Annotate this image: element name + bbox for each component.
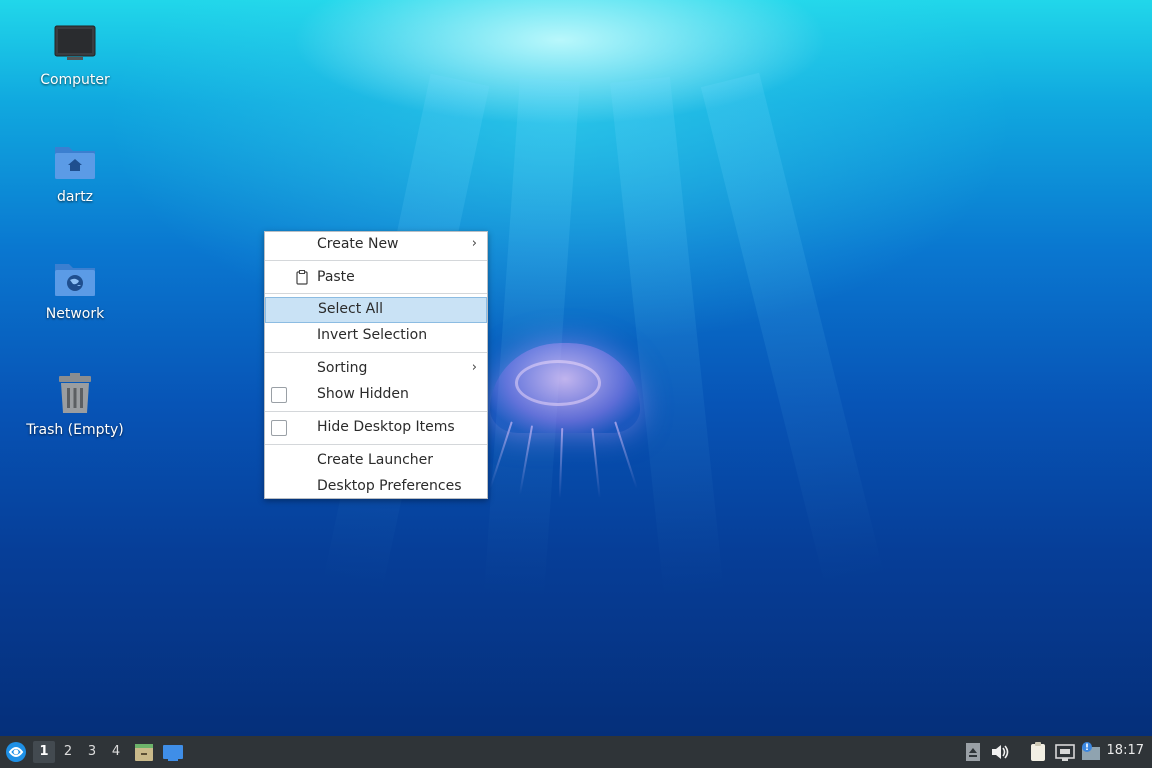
speaker-icon [989, 745, 1011, 767]
tray-expand-button[interactable] [962, 741, 984, 763]
start-menu-button[interactable] [4, 740, 28, 764]
show-hidden-checkbox[interactable] [271, 387, 287, 403]
jellyfish-tentacle [591, 428, 601, 498]
menu-item-label: Select All [318, 301, 383, 317]
notification-alert-icon [1080, 742, 1102, 767]
desktop-icon-computer[interactable]: Computer [20, 22, 130, 88]
taskbar-panel: 1 2 3 4 18:17 [0, 736, 1152, 768]
jellyfish-ring [515, 360, 601, 406]
menu-item-label: Show Hidden [317, 386, 409, 402]
workspace-3[interactable]: 3 [81, 741, 103, 763]
desktop-icon-label: dartz [56, 189, 94, 205]
menu-item-select-all[interactable]: Select All [265, 297, 487, 323]
menu-item-create-launcher[interactable]: Create Launcher [265, 448, 487, 474]
light-ray [610, 76, 725, 601]
chevron-up-icon [962, 743, 984, 767]
home-folder-icon [53, 139, 97, 183]
clipboard-tray-button[interactable] [1027, 741, 1049, 763]
workspace-1[interactable]: 1 [33, 741, 55, 763]
workspace-4[interactable]: 4 [105, 741, 127, 763]
desktop-icon-label: Trash (Empty) [26, 422, 124, 438]
workspace-2[interactable]: 2 [57, 741, 79, 763]
light-ray [700, 72, 885, 592]
menu-item-label: Desktop Preferences [317, 478, 462, 494]
file-manager-launcher[interactable] [133, 741, 155, 763]
menu-item-label: Hide Desktop Items [317, 419, 455, 435]
computer-icon [53, 22, 97, 66]
menu-separator [265, 411, 487, 412]
menu-item-show-hidden[interactable]: Show Hidden [265, 382, 487, 408]
jellyfish-tentacle [614, 421, 638, 489]
chevron-right-icon: › [471, 360, 477, 375]
menu-item-sorting[interactable]: Sorting › [265, 356, 487, 382]
light-ray [483, 77, 580, 601]
desktop-icon-label: Network [45, 306, 105, 322]
desktop-icon-network[interactable]: Network [20, 256, 130, 322]
menu-item-desktop-preferences[interactable]: Desktop Preferences [265, 474, 487, 500]
desktop-icon [162, 745, 184, 767]
clipboard-icon [1027, 742, 1049, 767]
menu-separator [265, 352, 487, 353]
lxqt-logo-icon [4, 742, 28, 768]
jellyfish-tentacle [558, 427, 564, 499]
network-tray-button[interactable] [1054, 741, 1076, 763]
desktop-icon-home[interactable]: dartz [20, 139, 130, 205]
network-wired-icon [1054, 744, 1076, 767]
menu-separator [265, 260, 487, 261]
clipboard-icon [296, 270, 308, 289]
menu-separator [265, 444, 487, 445]
file-cabinet-icon [133, 744, 155, 767]
volume-button[interactable] [989, 741, 1011, 763]
network-folder-icon [53, 256, 97, 300]
trash-icon [53, 372, 97, 416]
hide-desktop-items-checkbox[interactable] [271, 420, 287, 436]
desktop-icon-trash[interactable]: Trash (Empty) [20, 372, 130, 438]
notifications-tray-button[interactable] [1080, 741, 1102, 763]
clock[interactable]: 18:17 [1107, 743, 1144, 758]
menu-item-label: Sorting [317, 360, 368, 376]
show-desktop-button[interactable] [162, 741, 184, 763]
desktop-icon-label: Computer [40, 72, 110, 88]
menu-item-label: Create Launcher [317, 452, 434, 468]
menu-item-hide-desktop-items[interactable]: Hide Desktop Items [265, 415, 487, 441]
menu-separator [265, 293, 487, 294]
menu-item-label: Paste [317, 269, 355, 285]
desktop-context-menu: Create New › Paste Select All Invert Sel… [264, 231, 488, 499]
menu-item-invert-selection[interactable]: Invert Selection [265, 323, 487, 349]
menu-item-label: Create New [317, 236, 399, 252]
menu-item-create-new[interactable]: Create New › [265, 232, 487, 258]
menu-item-label: Invert Selection [317, 327, 428, 343]
desktop-background[interactable]: Computer dartz Network Trash (Empty) Cre… [0, 0, 1152, 736]
chevron-right-icon: › [471, 236, 477, 251]
menu-item-paste[interactable]: Paste [265, 265, 487, 291]
